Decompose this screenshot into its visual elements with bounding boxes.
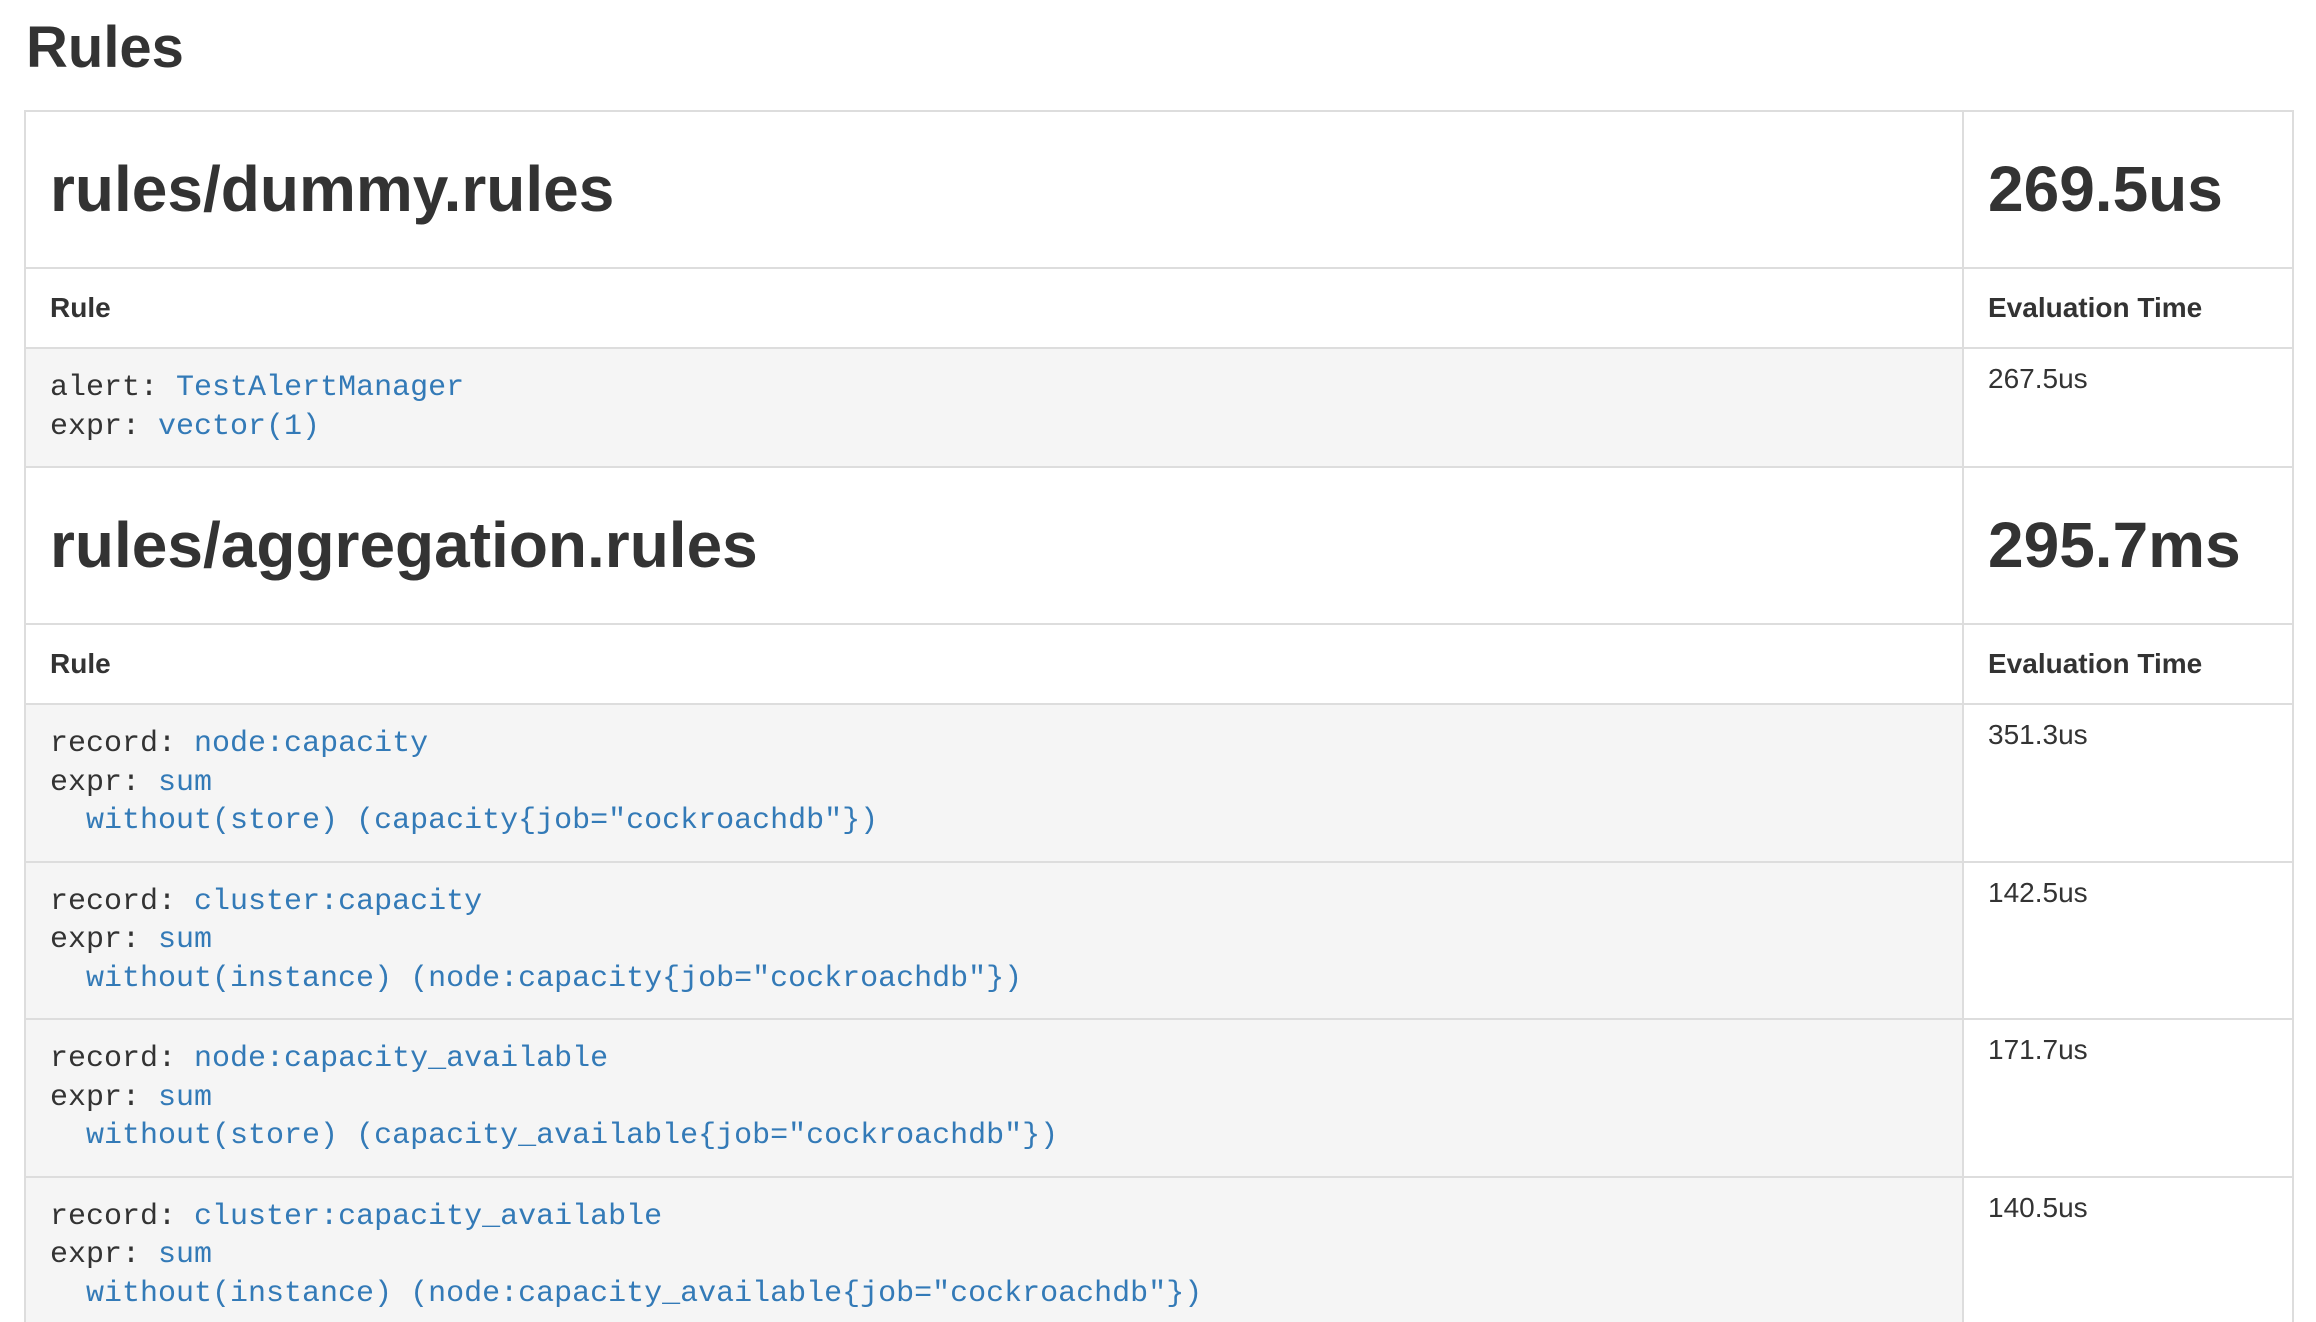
rule-name-link[interactable]: cluster:capacity [194,885,482,919]
rule-row: record: node:capacity expr: sum without(s… [25,704,2293,862]
page-title: Rules [26,16,2292,80]
evaluation-time-column-header: Evaluation Time [1963,624,2293,704]
rule-group-evaluation-time: 269.5us [1988,157,2268,222]
rule-group-evaluation-time-cell: 295.7ms [1963,467,2293,624]
rule-evaluation-time: 142.5us [1963,862,2293,1020]
rule-name-link[interactable]: TestAlertManager [176,371,464,405]
rule-row: alert: TestAlertManager expr: vector(1) 2… [25,348,2293,467]
rule-row: record: cluster:capacity expr: sum withou… [25,862,2293,1020]
rule-column-header: Rule [25,624,1963,704]
rule-kind-keyword: record: [50,1042,176,1076]
rule-row: record: cluster:capacity_availableexpr: … [25,1177,2293,1322]
rule-column-header: Rule [25,268,1963,348]
rule-kind-keyword: record: [50,885,176,919]
rule-kind-keyword: record: [50,727,176,761]
column-header-row: Rule Evaluation Time [25,624,2293,704]
rule-expr-keyword: expr: [50,1081,140,1115]
rule-expr-link[interactable]: sum without(instance) (node:capacity{job… [50,923,1022,996]
rule-definition-cell: alert: TestAlertManager expr: vector(1) [25,348,1963,467]
rule-definition-cell: record: node:capacity expr: sum without(s… [25,704,1963,862]
rule-group-file: rules/aggregation.rules [50,513,1938,578]
rule-definition-cell: record: cluster:capacity expr: sum withou… [25,862,1963,1020]
rule-definition-cell: record: cluster:capacity_availableexpr: … [25,1177,1963,1322]
rule-expr-link[interactable]: sum without(instance) (node:capacity_ava… [50,1238,1202,1311]
rule-group-evaluation-time: 295.7ms [1988,513,2268,578]
rule-group-file-cell: rules/dummy.rules [25,111,1963,268]
rule-definition-cell: record: node:capacity_available expr: sum… [25,1019,1963,1177]
rule-evaluation-time: 267.5us [1963,348,2293,467]
rule-expr-link[interactable]: sum without(store) (capacity_available{j… [50,1081,1058,1154]
rule-name-link[interactable]: node:capacity [194,727,428,761]
rule-group-header-row: rules/aggregation.rules 295.7ms [25,467,2293,624]
rule-row: record: node:capacity_available expr: sum… [25,1019,2293,1177]
rule-group-header-row: rules/dummy.rules 269.5us [25,111,2293,268]
rules-page: Rules rules/dummy.rules 269.5us Rule Eva… [0,16,2316,1322]
rule-kind-keyword: alert: [50,371,158,405]
evaluation-time-column-header: Evaluation Time [1963,268,2293,348]
rule-expr-link[interactable]: vector(1) [158,410,320,444]
rules-table: rules/dummy.rules 269.5us Rule Evaluatio… [24,110,2294,1322]
rule-name-link[interactable]: cluster:capacity_available [194,1200,662,1234]
rule-evaluation-time: 351.3us [1963,704,2293,862]
rule-group-evaluation-time-cell: 269.5us [1963,111,2293,268]
rule-name-link[interactable]: node:capacity_available [194,1042,608,1076]
rule-expr-keyword: expr: [50,923,140,957]
rule-evaluation-time: 140.5us [1963,1177,2293,1322]
rule-expr-keyword: expr: [50,766,140,800]
rule-group-file-cell: rules/aggregation.rules [25,467,1963,624]
rule-expr-keyword: expr: [50,410,140,444]
rule-evaluation-time: 171.7us [1963,1019,2293,1177]
rule-kind-keyword: record: [50,1200,176,1234]
rule-expr-keyword: expr: [50,1238,140,1272]
rule-group-file: rules/dummy.rules [50,157,1938,222]
column-header-row: Rule Evaluation Time [25,268,2293,348]
rule-expr-link[interactable]: sum without(store) (capacity{job="cockro… [50,766,878,839]
